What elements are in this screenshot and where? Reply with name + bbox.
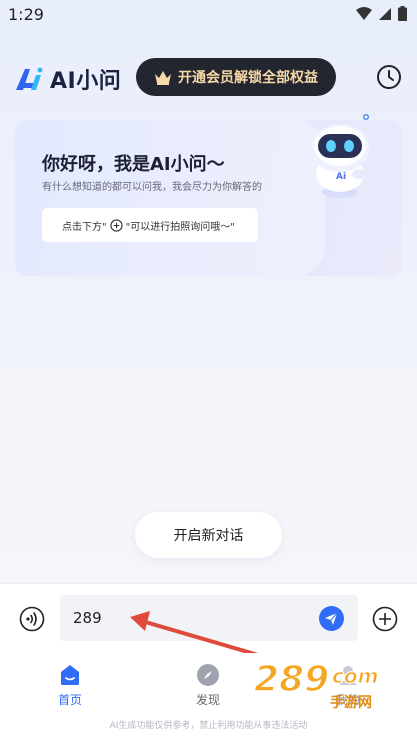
hint-suffix: "可以进行拍照询问哦～" — [125, 221, 235, 233]
clock-icon[interactable] — [376, 64, 402, 90]
photo-hint-chip[interactable]: 点击下方" "可以进行拍照询问哦～" — [42, 208, 258, 242]
nav-label-home: 首页 — [57, 693, 82, 707]
vip-upgrade-button[interactable]: 开通会员解锁全部权益 — [136, 58, 336, 96]
input-bar — [0, 583, 417, 653]
nav-label-discover: 发现 — [195, 693, 220, 707]
status-icons — [356, 6, 407, 21]
welcome-subtitle: 有什么想知道的都可以问我，我会尽力为你解答的 — [42, 182, 262, 193]
nav-label-mine: 我的 — [335, 693, 360, 707]
disclaimer: AI生成功能仅供参考，禁止利用功能从事违法活动 — [109, 721, 308, 731]
signal-icon — [379, 7, 391, 20]
app-title: AI小问 — [50, 69, 122, 94]
message-input-container — [60, 595, 358, 641]
wifi-icon — [356, 6, 372, 20]
app-logo: AI小问 — [14, 63, 121, 95]
vip-label: 开通会员解锁全部权益 — [178, 70, 318, 86]
status-time: 1:29 — [8, 5, 44, 24]
welcome-card-highlight — [15, 120, 325, 276]
user-icon — [339, 666, 357, 685]
message-input[interactable] — [60, 595, 310, 641]
voice-icon[interactable] — [19, 606, 45, 632]
nav-item-home[interactable]: 首页 — [40, 663, 100, 708]
send-icon[interactable] — [319, 606, 344, 631]
battery-icon — [398, 6, 407, 21]
logo-icon — [16, 67, 43, 90]
new-chat-button[interactable]: 开启新对话 — [135, 512, 282, 558]
compass-icon — [197, 664, 219, 686]
bottom-nav: 首页 发现 我的 AI生成功能仅供参考，禁止利用功能从事违法活动 — [0, 653, 417, 741]
crown-icon — [155, 70, 171, 85]
svg-text:Ai: Ai — [336, 172, 346, 182]
nav-item-mine[interactable]: 我的 — [318, 663, 378, 708]
add-icon[interactable] — [372, 606, 398, 632]
nav-item-discover[interactable]: 发现 — [178, 663, 238, 708]
status-bar: 1:29 — [0, 0, 417, 30]
welcome-title: 你好呀，我是AI小问～ — [42, 154, 225, 175]
hint-prefix: 点击下方" — [62, 221, 107, 233]
home-icon — [61, 665, 79, 685]
plus-circle-icon — [109, 218, 123, 232]
robot-mascot-icon: Ai — [310, 114, 370, 198]
